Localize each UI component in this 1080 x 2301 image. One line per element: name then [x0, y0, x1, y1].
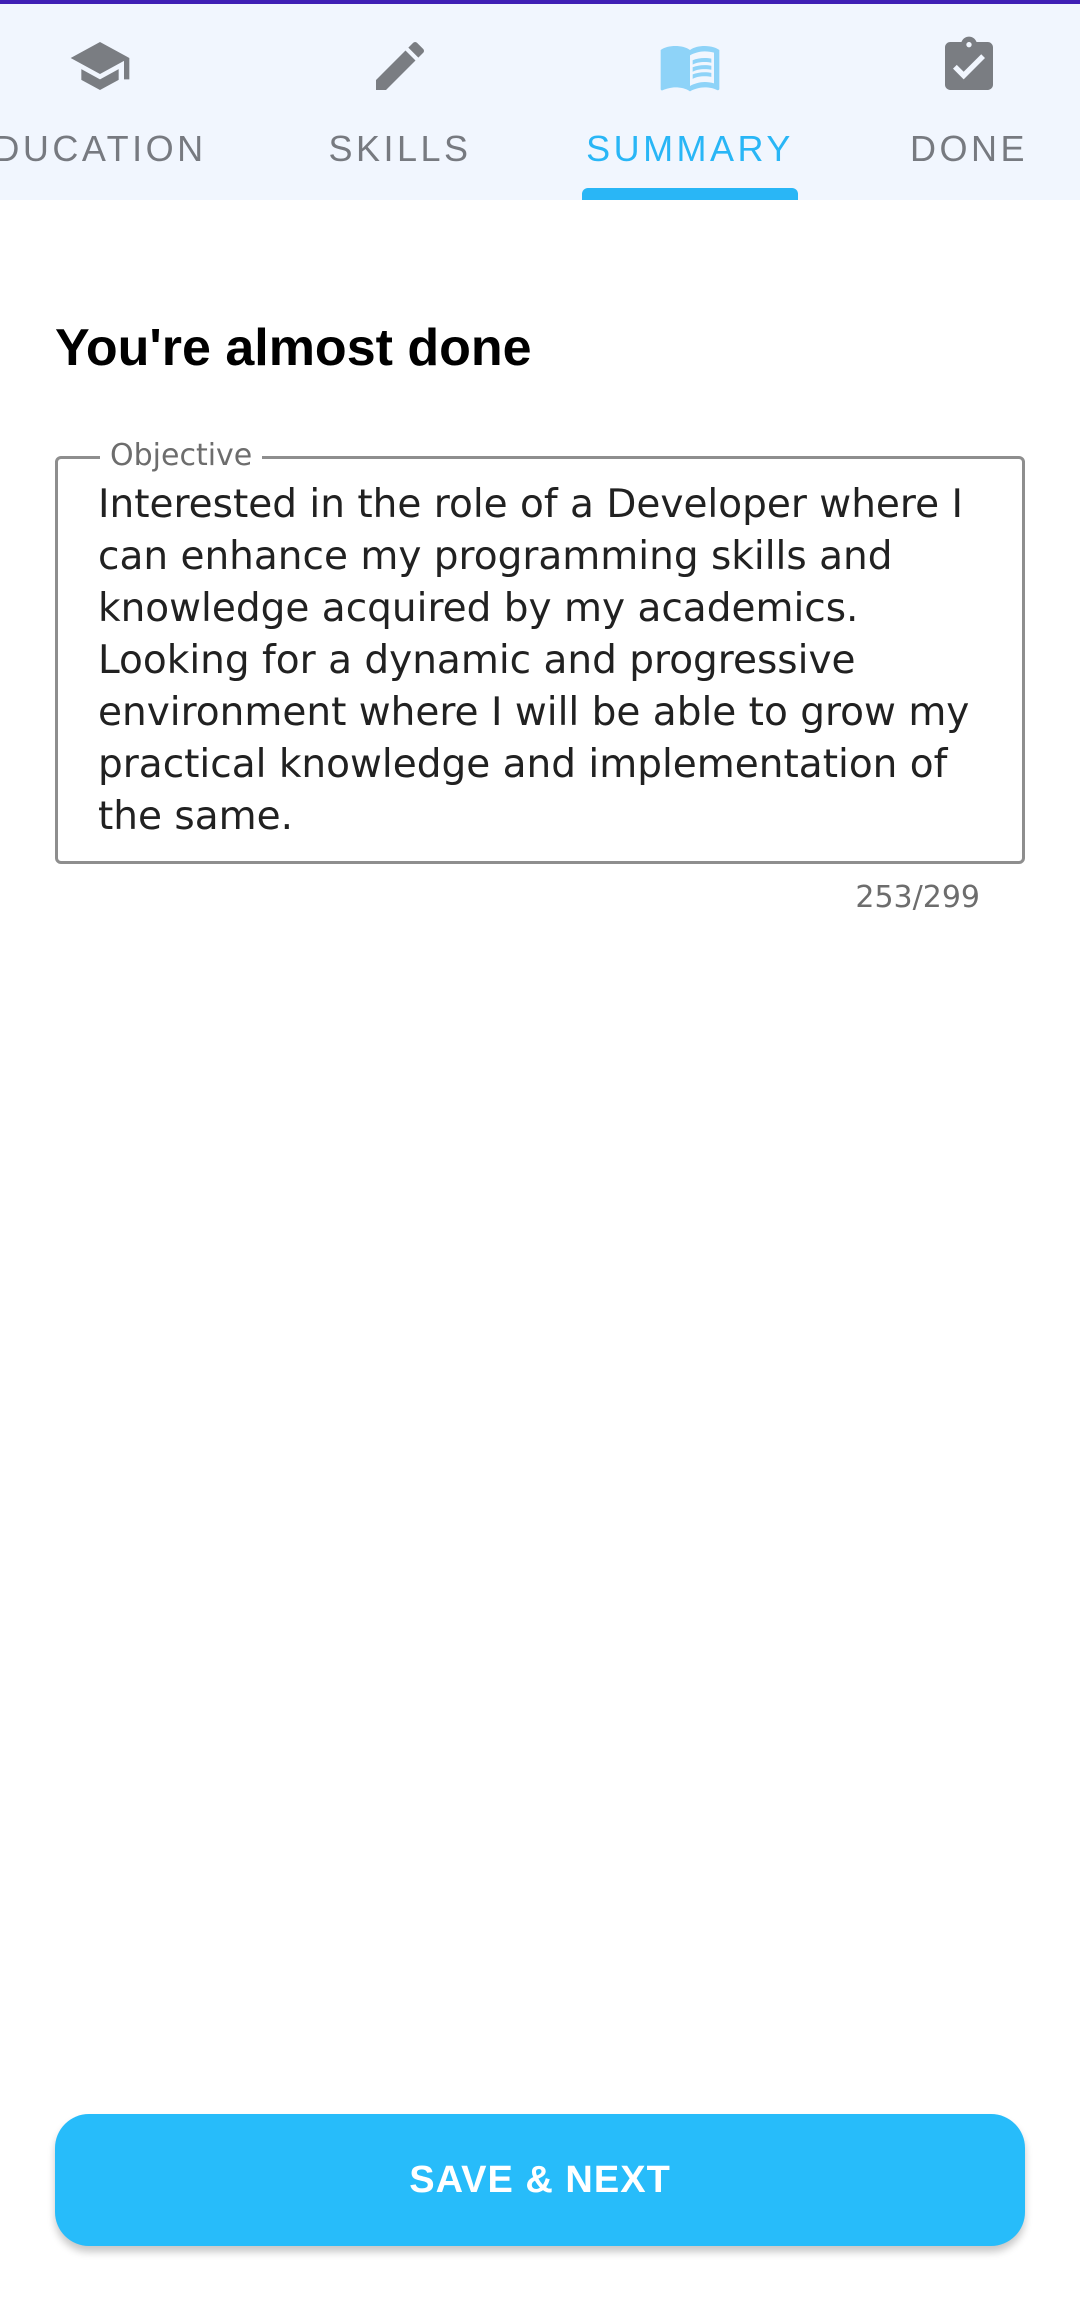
tab-label: DUCATION: [0, 128, 207, 169]
tab-skills[interactable]: SKILLS: [280, 4, 520, 200]
character-counter: 253/299: [855, 880, 980, 915]
objective-label: Objective: [100, 439, 263, 473]
tab-education[interactable]: DUCATION: [0, 4, 250, 200]
tab-label: DONE: [909, 128, 1028, 169]
page-title: You're almost done: [55, 319, 532, 377]
graduation-cap-icon: [70, 42, 130, 90]
tab-label: SUMMARY: [586, 128, 794, 169]
tab-label: SKILLS: [328, 128, 472, 169]
clipboard-check-icon: [945, 36, 993, 90]
book-icon: [660, 46, 720, 92]
step-tabs: DUCATION SKILLS SUMMARY DONE: [0, 4, 1080, 200]
tab-summary[interactable]: SUMMARY: [560, 4, 820, 200]
pencil-icon: [376, 41, 425, 90]
objective-field[interactable]: Objective Interested in the role of a De…: [55, 439, 1025, 864]
tab-done[interactable]: DONE: [869, 4, 1069, 200]
objective-textarea[interactable]: Interested in the role of a Developer wh…: [98, 479, 998, 843]
active-tab-indicator: [582, 188, 798, 200]
save-next-button[interactable]: SAVE & NEXT: [55, 2114, 1025, 2246]
screen: DUCATION SKILLS SUMMARY DONE You're almo…: [0, 0, 1080, 2301]
